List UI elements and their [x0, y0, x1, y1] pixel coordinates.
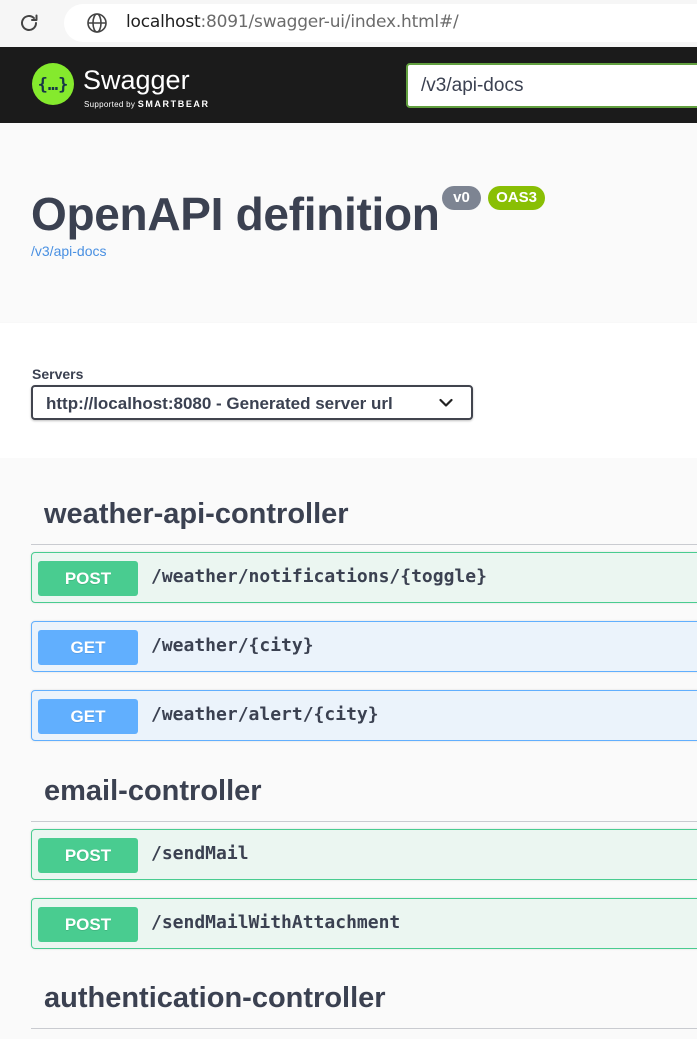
operation-get-weather-alert-city[interactable]: GET /weather/alert/{city}	[31, 690, 697, 741]
operation-post-sendmailwithattachment[interactable]: POST /sendMailWithAttachment	[31, 898, 697, 949]
brand-name: Swagger	[83, 65, 190, 95]
supported-by-text: Supported by	[84, 100, 136, 109]
operation-path: /sendMail	[151, 843, 249, 864]
tag-title: email-controller	[44, 775, 262, 807]
oas-badge: OAS3	[488, 186, 545, 210]
operation-path: /weather/{city}	[151, 635, 314, 656]
svg-text:{…}: {…}	[38, 75, 69, 95]
version-badge: v0	[442, 186, 481, 210]
method-badge: POST	[38, 838, 138, 873]
swagger-topbar: {…} Swagger Supported by SMARTBEAR	[0, 47, 697, 123]
api-docs-link[interactable]: /v3/api-docs	[31, 243, 106, 259]
smartbear-text: SMARTBEAR	[137, 99, 210, 109]
operations-area: weather-api-controller POST /weather/not…	[0, 458, 697, 1039]
method-badge: GET	[38, 630, 138, 665]
info-section: OpenAPI definition v0 OAS3 /v3/api-docs	[0, 123, 697, 323]
operation-post-weather-notifications[interactable]: POST /weather/notifications/{toggle}	[31, 552, 697, 603]
operation-get-weather-city[interactable]: GET /weather/{city}	[31, 621, 697, 672]
swagger-logo-icon[interactable]: {…}	[31, 62, 75, 106]
servers-section: Servers http://localhost:8080 - Generate…	[0, 323, 697, 458]
server-selected-value: http://localhost:8080 - Generated server…	[46, 394, 393, 413]
reload-icon[interactable]	[17, 11, 41, 35]
spec-url-input[interactable]	[406, 63, 697, 108]
operation-path: /weather/notifications/{toggle}	[151, 566, 487, 587]
brand-subtitle: Supported by SMARTBEAR	[84, 99, 210, 109]
method-badge: POST	[38, 561, 138, 596]
method-badge: GET	[38, 699, 138, 734]
tag-title: weather-api-controller	[44, 498, 349, 530]
url-path: :8091/swagger-ui/index.html#/	[200, 12, 459, 32]
page-title: OpenAPI definition	[31, 188, 440, 240]
tag-section-weather-api-controller[interactable]: weather-api-controller	[31, 484, 697, 545]
tag-title: authentication-controller	[44, 982, 386, 1014]
operation-path: /sendMailWithAttachment	[151, 912, 401, 933]
servers-label: Servers	[32, 366, 84, 382]
operation-post-sendmail[interactable]: POST /sendMail	[31, 829, 697, 880]
server-select[interactable]: http://localhost:8080 - Generated server…	[31, 385, 473, 420]
url-text[interactable]: localhost:8091/swagger-ui/index.html#/	[126, 12, 459, 32]
globe-icon	[87, 13, 107, 33]
tag-section-email-controller[interactable]: email-controller	[31, 761, 697, 822]
tag-section-authentication-controller[interactable]: authentication-controller	[31, 968, 697, 1029]
operation-path: /weather/alert/{city}	[151, 704, 379, 725]
browser-toolbar: localhost:8091/swagger-ui/index.html#/	[0, 0, 697, 47]
method-badge: POST	[38, 907, 138, 942]
chevron-down-icon	[439, 398, 453, 407]
url-host: localhost	[126, 12, 201, 32]
